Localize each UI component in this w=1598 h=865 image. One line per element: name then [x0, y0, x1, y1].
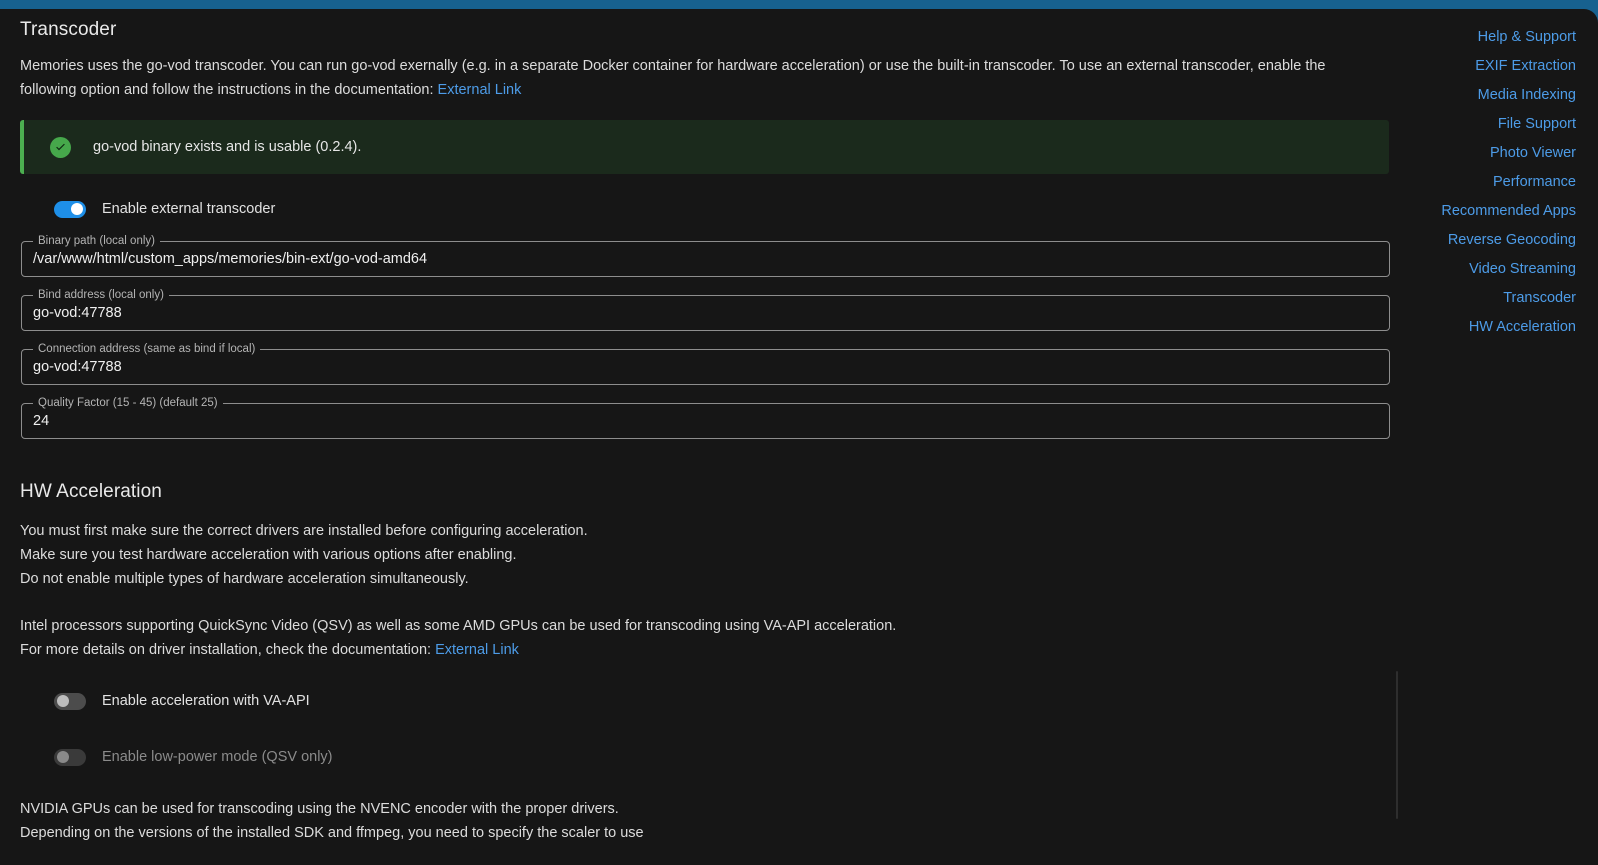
enable-external-transcoder-toggle[interactable] [54, 201, 86, 218]
app-window: Transcoder Memories uses the go-vod tran… [0, 0, 1598, 865]
toggle-knob [57, 695, 69, 707]
page-title: Transcoder [20, 19, 1388, 41]
settings-content: Transcoder Memories uses the go-vod tran… [0, 9, 1398, 865]
hw-acceleration-notes: You must first make sure the correct dri… [20, 519, 1380, 591]
nav-item-reverse-geocoding[interactable]: Reverse Geocoding [1398, 226, 1576, 255]
nvenc-line-2: Depending on the versions of the install… [20, 821, 1380, 845]
bind-address-input[interactable] [21, 290, 1390, 331]
connection-address-field[interactable]: Connection address (same as bind if loca… [21, 344, 1390, 385]
status-alert-message: go-vod binary exists and is usable (0.2.… [93, 139, 361, 155]
enable-lowpower-row: Enable low-power mode (QSV only) [54, 740, 1388, 774]
hw-note-drivers: You must first make sure the correct dri… [20, 519, 1380, 543]
vaapi-description: Intel processors supporting QuickSync Vi… [20, 614, 1380, 662]
nav-item-transcoder[interactable]: Transcoder [1398, 284, 1576, 313]
hw-note-test: Make sure you test hardware acceleration… [20, 543, 1380, 567]
quality-factor-field[interactable]: Quality Factor (15 - 45) (default 25) [21, 398, 1390, 439]
vaapi-docs-line: For more details on driver installation,… [20, 638, 1380, 662]
binary-path-field[interactable]: Binary path (local only) [21, 236, 1390, 277]
enable-vaapi-toggle[interactable] [54, 693, 86, 710]
check-circle-icon [50, 137, 71, 158]
connection-address-input[interactable] [21, 344, 1390, 385]
enable-lowpower-label: Enable low-power mode (QSV only) [102, 749, 333, 765]
enable-lowpower-toggle [54, 749, 86, 766]
nvenc-description: NVIDIA GPUs can be used for transcoding … [20, 797, 1380, 845]
transcoder-docs-link[interactable]: External Link [438, 82, 522, 98]
transcoder-description-text: Memories uses the go-vod transcoder. You… [20, 58, 1325, 98]
toggle-knob [71, 203, 83, 215]
hw-acceleration-title: HW Acceleration [20, 481, 1388, 503]
nvenc-line-1: NVIDIA GPUs can be used for transcoding … [20, 797, 1380, 821]
settings-section-nav: Help & Support EXIF Extraction Media Ind… [1398, 9, 1598, 865]
enable-vaapi-row[interactable]: Enable acceleration with VA-API [54, 684, 1388, 718]
top-accent-bar [0, 0, 1598, 9]
nav-item-hw-acceleration[interactable]: HW Acceleration [1398, 313, 1576, 342]
vaapi-docs-link[interactable]: External Link [435, 642, 519, 658]
enable-vaapi-label: Enable acceleration with VA-API [102, 693, 310, 709]
nav-item-video-streaming[interactable]: Video Streaming [1398, 255, 1576, 284]
spacer [20, 591, 1388, 614]
nav-item-photo-viewer[interactable]: Photo Viewer [1398, 139, 1576, 168]
binary-path-input[interactable] [21, 236, 1390, 277]
spacer [20, 774, 1388, 797]
content-scrollbar-thumb[interactable] [1396, 671, 1398, 819]
enable-external-transcoder-label: Enable external transcoder [102, 201, 275, 217]
nav-item-recommended-apps[interactable]: Recommended Apps [1398, 197, 1576, 226]
status-alert-success: go-vod binary exists and is usable (0.2.… [20, 120, 1389, 174]
transcoder-description: Memories uses the go-vod transcoder. You… [20, 55, 1380, 102]
enable-external-transcoder-row[interactable]: Enable external transcoder [54, 192, 1388, 226]
hw-note-simultaneous: Do not enable multiple types of hardware… [20, 567, 1380, 591]
nav-item-media-indexing[interactable]: Media Indexing [1398, 81, 1576, 110]
vaapi-intro-line: Intel processors supporting QuickSync Vi… [20, 614, 1380, 638]
vaapi-docs-prefix: For more details on driver installation,… [20, 642, 435, 658]
nav-item-file-support[interactable]: File Support [1398, 110, 1576, 139]
toggle-knob [57, 751, 69, 763]
bind-address-field[interactable]: Bind address (local only) [21, 290, 1390, 331]
quality-factor-input[interactable] [21, 398, 1390, 439]
settings-panel: Transcoder Memories uses the go-vod tran… [0, 9, 1598, 865]
nav-item-help-support[interactable]: Help & Support [1398, 23, 1576, 52]
nav-item-performance[interactable]: Performance [1398, 168, 1576, 197]
nav-item-exif-extraction[interactable]: EXIF Extraction [1398, 52, 1576, 81]
